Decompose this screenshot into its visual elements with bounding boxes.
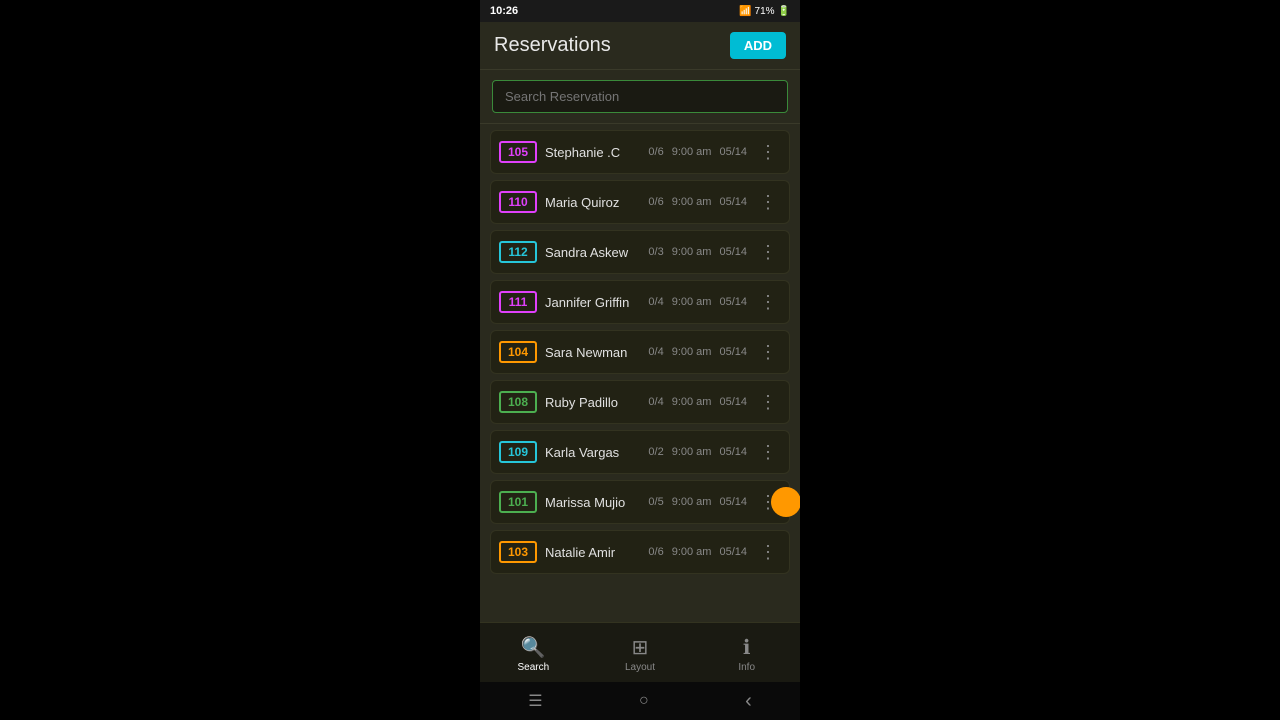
reservation-time: 9:00 am: [672, 346, 712, 358]
list-item[interactable]: 109 Karla Vargas 0/2 9:00 am 05/14 ⋮: [490, 430, 790, 474]
android-nav: ☰ ○ ‹: [480, 682, 800, 720]
more-options-button[interactable]: ⋮: [755, 443, 781, 461]
battery-icon: 🔋: [778, 6, 790, 17]
reservation-time: 9:00 am: [672, 396, 712, 408]
status-time: 10:26: [490, 5, 518, 17]
app-header: Reservations ADD: [480, 22, 800, 70]
more-options-button[interactable]: ⋮: [755, 293, 781, 311]
search-input[interactable]: [492, 80, 788, 113]
guest-name: Stephanie .C: [545, 145, 640, 160]
signal-icons: 📶: [739, 6, 751, 17]
guest-count: 0/6: [648, 146, 663, 158]
info-icon: ℹ: [743, 635, 751, 660]
reservation-date: 05/14: [719, 396, 747, 408]
guest-name: Sandra Askew: [545, 245, 640, 260]
reservation-time: 9:00 am: [672, 146, 712, 158]
nav-item-layout[interactable]: ⊞ Layout: [587, 635, 694, 673]
android-menu-btn[interactable]: ☰: [528, 691, 542, 711]
room-badge: 112: [499, 241, 537, 263]
reservation-time: 9:00 am: [672, 196, 712, 208]
list-item[interactable]: 104 Sara Newman 0/4 9:00 am 05/14 ⋮: [490, 330, 790, 374]
guest-count: 0/3: [648, 246, 663, 258]
guest-count: 0/4: [648, 346, 663, 358]
list-item[interactable]: 111 Jannifer Griffin 0/4 9:00 am 05/14 ⋮: [490, 280, 790, 324]
battery-percent: 71%: [755, 6, 775, 17]
guest-count: 0/6: [648, 546, 663, 558]
android-home-btn[interactable]: ○: [639, 692, 649, 710]
reservation-date: 05/14: [719, 546, 747, 558]
bottom-nav: 🔍 Search ⊞ Layout ℹ Info: [480, 622, 800, 682]
phone-container: 10:26 📶 71% 🔋 Reservations ADD 105 Steph…: [480, 0, 800, 720]
search-icon: 🔍: [521, 635, 546, 660]
layout-icon: ⊞: [632, 635, 649, 660]
room-badge: 109: [499, 441, 537, 463]
nav-item-search[interactable]: 🔍 Search: [480, 635, 587, 673]
guest-name: Sara Newman: [545, 345, 640, 360]
guest-name: Marissa Mujio: [545, 495, 640, 510]
reservation-date: 05/14: [719, 296, 747, 308]
reservation-time: 9:00 am: [672, 446, 712, 458]
room-badge: 111: [499, 291, 537, 313]
search-container: [480, 70, 800, 124]
more-options-button[interactable]: ⋮: [755, 343, 781, 361]
guest-count: 0/2: [648, 446, 663, 458]
guest-name: Natalie Amir: [545, 545, 640, 560]
page-title: Reservations: [494, 34, 611, 57]
info-label: Info: [738, 662, 755, 673]
more-options-button[interactable]: ⋮: [755, 393, 781, 411]
guest-count: 0/6: [648, 196, 663, 208]
reservation-time: 9:00 am: [672, 496, 712, 508]
status-right: 📶 71% 🔋: [739, 6, 790, 17]
guest-count: 0/4: [648, 396, 663, 408]
search-label: Search: [517, 662, 549, 673]
list-item[interactable]: 101 Marissa Mujio 0/5 9:00 am 05/14 ⋮: [490, 480, 790, 524]
reservation-date: 05/14: [719, 246, 747, 258]
guest-count: 0/5: [648, 496, 663, 508]
more-options-button[interactable]: ⋮: [755, 193, 781, 211]
room-badge: 105: [499, 141, 537, 163]
list-item[interactable]: 108 Ruby Padillo 0/4 9:00 am 05/14 ⋮: [490, 380, 790, 424]
reservation-date: 05/14: [719, 146, 747, 158]
reservation-date: 05/14: [719, 496, 747, 508]
reservation-list: 105 Stephanie .C 0/6 9:00 am 05/14 ⋮ 110…: [480, 124, 800, 622]
room-badge: 101: [499, 491, 537, 513]
reservation-time: 9:00 am: [672, 246, 712, 258]
guest-count: 0/4: [648, 296, 663, 308]
guest-name: Jannifer Griffin: [545, 295, 640, 310]
room-badge: 108: [499, 391, 537, 413]
add-button[interactable]: ADD: [730, 32, 786, 59]
reservation-date: 05/14: [719, 196, 747, 208]
more-options-button[interactable]: ⋮: [755, 543, 781, 561]
room-badge: 104: [499, 341, 537, 363]
reservation-time: 9:00 am: [672, 546, 712, 558]
more-options-button[interactable]: ⋮: [755, 243, 781, 261]
more-options-button[interactable]: ⋮: [755, 143, 781, 161]
guest-name: Ruby Padillo: [545, 395, 640, 410]
list-item[interactable]: 103 Natalie Amir 0/6 9:00 am 05/14 ⋮: [490, 530, 790, 574]
nav-item-info[interactable]: ℹ Info: [693, 635, 800, 673]
layout-label: Layout: [625, 662, 655, 673]
status-bar: 10:26 📶 71% 🔋: [480, 0, 800, 22]
room-badge: 103: [499, 541, 537, 563]
reservation-date: 05/14: [719, 346, 747, 358]
list-item[interactable]: 112 Sandra Askew 0/3 9:00 am 05/14 ⋮: [490, 230, 790, 274]
android-back-btn[interactable]: ‹: [745, 690, 752, 713]
notification-dot: [771, 487, 800, 517]
reservation-date: 05/14: [719, 446, 747, 458]
reservation-time: 9:00 am: [672, 296, 712, 308]
guest-name: Maria Quiroz: [545, 195, 640, 210]
list-item[interactable]: 105 Stephanie .C 0/6 9:00 am 05/14 ⋮: [490, 130, 790, 174]
list-item[interactable]: 110 Maria Quiroz 0/6 9:00 am 05/14 ⋮: [490, 180, 790, 224]
guest-name: Karla Vargas: [545, 445, 640, 460]
room-badge: 110: [499, 191, 537, 213]
